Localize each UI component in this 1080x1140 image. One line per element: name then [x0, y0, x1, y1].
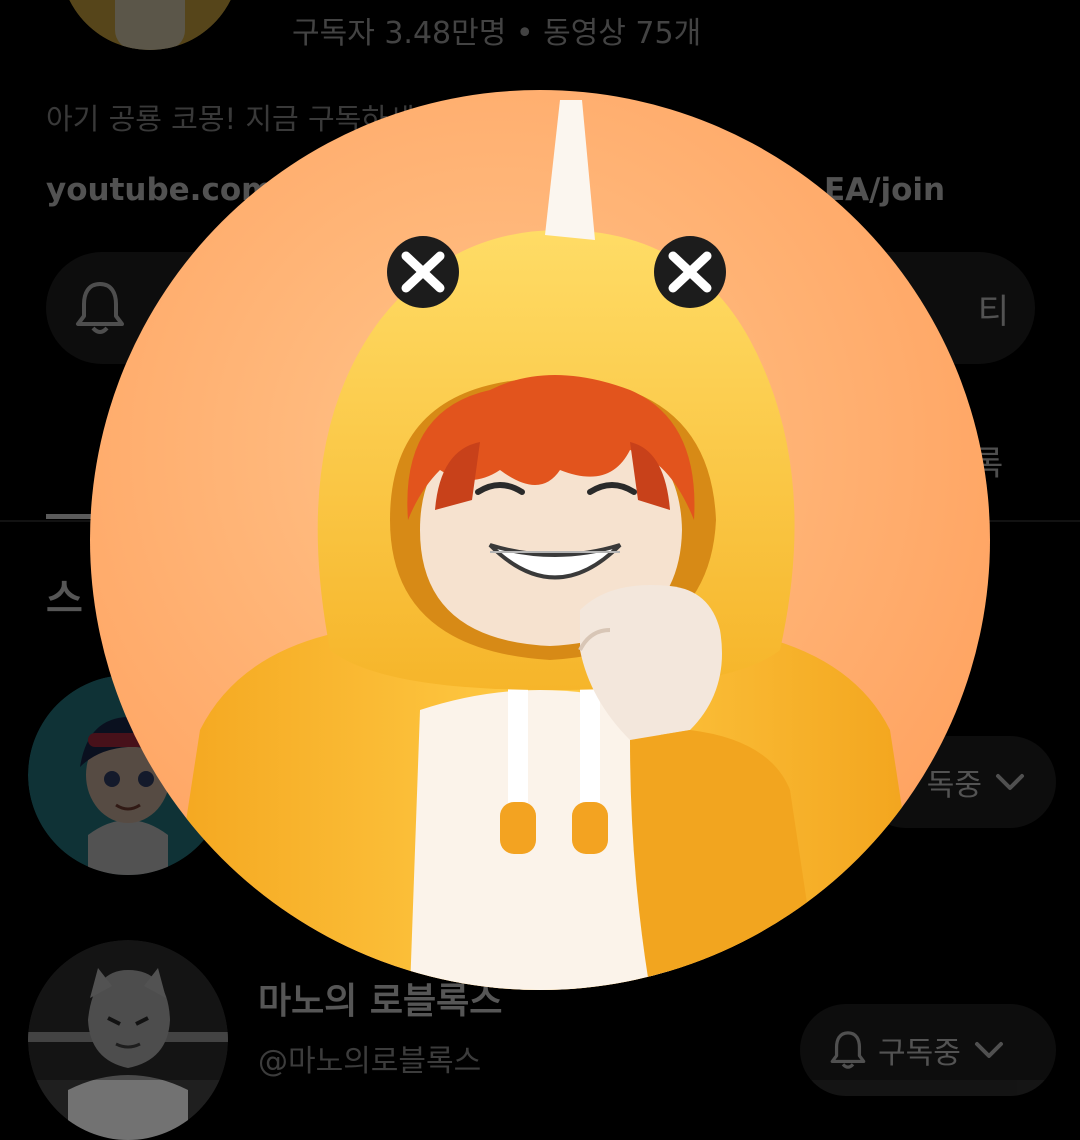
dinosaur-avatar-image [90, 90, 990, 990]
profile-image-viewer [90, 90, 990, 990]
